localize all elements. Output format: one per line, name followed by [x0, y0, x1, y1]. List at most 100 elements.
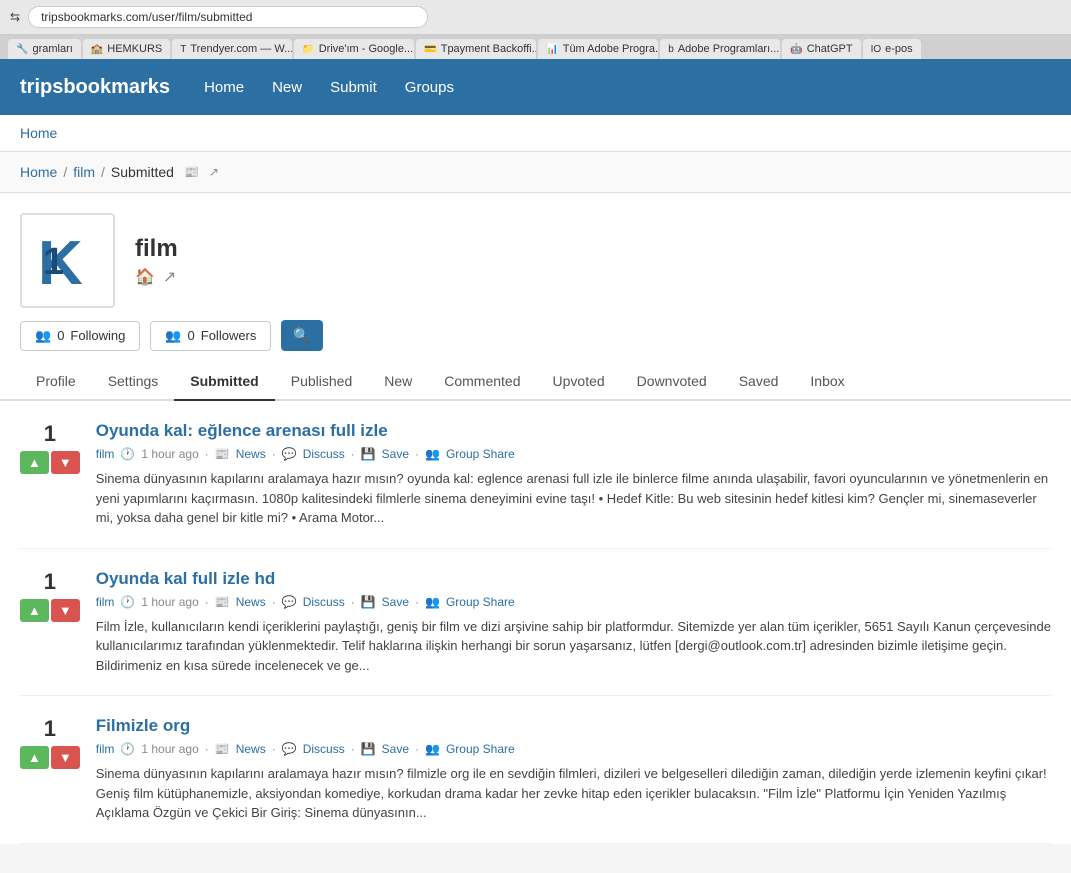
clock-icon: 🕐 — [120, 447, 135, 461]
main-content: K 1 film 🏠 ↗ 👥 0 Following 👥 0 Followers… — [0, 193, 1071, 844]
profile-avatar: K 1 — [20, 213, 115, 308]
tab-downvoted[interactable]: Downvoted — [621, 363, 723, 401]
profile-external-icon[interactable]: ↗ — [163, 267, 176, 287]
browser-tab[interactable]: 🤖ChatGPT — [782, 39, 860, 59]
meta-icon-3: 👥 — [425, 742, 440, 756]
downvote-button[interactable]: ▼ — [51, 599, 80, 622]
tab-upvoted[interactable]: Upvoted — [537, 363, 621, 401]
home-bar-link[interactable]: Home — [20, 125, 57, 141]
post-item: 1 ▲ ▼ Filmizle org film 🕐 1 hour ago · 📰… — [20, 696, 1051, 844]
upvote-button[interactable]: ▲ — [20, 451, 49, 474]
site-logo[interactable]: tripsbookmarks — [20, 76, 170, 99]
post-category[interactable]: film — [96, 447, 115, 461]
nav-home[interactable]: Home — [200, 71, 248, 104]
post-title[interactable]: Filmizle org — [96, 716, 1051, 736]
following-count: 0 — [57, 328, 64, 343]
post-content: Oyunda kal full izle hd film 🕐 1 hour ag… — [96, 569, 1051, 676]
svg-text:1: 1 — [43, 241, 64, 283]
tab-new[interactable]: New — [368, 363, 428, 401]
nav-new[interactable]: New — [268, 71, 306, 104]
post-body: Film İzle, kullanıcıların kendi içerikle… — [96, 617, 1051, 676]
post-category[interactable]: film — [96, 742, 115, 756]
follow-stats: 👥 0 Following 👥 0 Followers 🔍 — [0, 308, 1071, 363]
meta-link-news[interactable]: News — [236, 595, 266, 609]
upvote-button[interactable]: ▲ — [20, 599, 49, 622]
tab-commented[interactable]: Commented — [428, 363, 536, 401]
tab-saved[interactable]: Saved — [723, 363, 795, 401]
browser-tab[interactable]: 📊Tüm Adobe Progra... — [538, 39, 658, 59]
post-title[interactable]: Oyunda kal: eğlence arenası full izle — [96, 421, 1051, 441]
post-item: 1 ▲ ▼ Oyunda kal full izle hd film 🕐 1 h… — [20, 549, 1051, 697]
rss-icon[interactable]: 📰 — [184, 165, 199, 179]
post-item: 1 ▲ ▼ Oyunda kal: eğlence arenası full i… — [20, 401, 1051, 549]
external-link-icon[interactable]: ↗ — [209, 165, 219, 179]
tab-inbox[interactable]: Inbox — [794, 363, 860, 401]
browser-tab[interactable]: 🏫HEMKURS — [83, 39, 170, 59]
browser-tab[interactable]: bAdobe Programları... — [660, 39, 780, 59]
post-category[interactable]: film — [96, 595, 115, 609]
vote-buttons: ▲ ▼ — [20, 599, 80, 622]
meta-link-discuss[interactable]: Discuss — [303, 742, 345, 756]
post-title[interactable]: Oyunda kal full izle hd — [96, 569, 1051, 589]
followers-button[interactable]: 👥 0 Followers — [150, 321, 271, 351]
downvote-button[interactable]: ▼ — [51, 451, 80, 474]
meta-icon-1: 💬 — [282, 742, 297, 756]
browser-tab[interactable]: TTrendyer.com — W... — [172, 39, 292, 59]
tab-profile[interactable]: Profile — [20, 363, 92, 401]
post-meta: film 🕐 1 hour ago · 📰News · 💬Discuss · 💾… — [96, 742, 1051, 756]
browser-url[interactable]: tripsbookmarks.com/user/film/submitted — [28, 6, 428, 28]
search-button[interactable]: 🔍 — [281, 320, 322, 351]
upvote-button[interactable]: ▲ — [20, 746, 49, 769]
tab-submitted[interactable]: Submitted — [174, 363, 274, 401]
meta-link-discuss[interactable]: Discuss — [303, 595, 345, 609]
post-content: Filmizle org film 🕐 1 hour ago · 📰News ·… — [96, 716, 1051, 823]
post-body: Sinema dünyasının kapılarını aralamaya h… — [96, 764, 1051, 823]
following-label: Following — [70, 328, 125, 343]
vote-count: 1 — [44, 569, 56, 595]
post-meta: film 🕐 1 hour ago · 📰News · 💬Discuss · 💾… — [96, 447, 1051, 461]
nav-submit[interactable]: Submit — [326, 71, 381, 104]
browser-tab[interactable]: 💳Tpayment Backoffi... — [416, 39, 536, 59]
breadcrumb-section[interactable]: film — [73, 164, 95, 180]
vote-buttons: ▲ ▼ — [20, 451, 80, 474]
following-button[interactable]: 👥 0 Following — [20, 321, 140, 351]
profile-info: film 🏠 ↗ — [135, 235, 178, 287]
clock-icon: 🕐 — [120, 742, 135, 756]
profile-tabs: Profile Settings Submitted Published New… — [0, 363, 1071, 401]
meta-sep: · — [205, 742, 209, 756]
browser-icon: ⇆ — [10, 10, 20, 24]
meta-link-group share[interactable]: Group Share — [446, 595, 515, 609]
post-vote: 1 ▲ ▼ — [20, 421, 80, 474]
post-time: 1 hour ago — [141, 447, 198, 461]
meta-icon-1: 💬 — [282, 595, 297, 609]
post-meta: film 🕐 1 hour ago · 📰News · 💬Discuss · 💾… — [96, 595, 1051, 609]
search-icon: 🔍 — [293, 327, 310, 343]
profile-section: K 1 film 🏠 ↗ — [0, 193, 1071, 308]
meta-link-discuss[interactable]: Discuss — [303, 447, 345, 461]
browser-tab[interactable]: 📁Drive'ım - Google... — [294, 39, 414, 59]
posts-list: 1 ▲ ▼ Oyunda kal: eğlence arenası full i… — [0, 401, 1071, 844]
breadcrumb-home[interactable]: Home — [20, 164, 57, 180]
post-time: 1 hour ago — [141, 742, 198, 756]
tab-settings[interactable]: Settings — [92, 363, 175, 401]
tab-published[interactable]: Published — [275, 363, 369, 401]
meta-icon-2: 💾 — [361, 742, 376, 756]
meta-link-news[interactable]: News — [236, 447, 266, 461]
meta-link-group share[interactable]: Group Share — [446, 447, 515, 461]
meta-link-group share[interactable]: Group Share — [446, 742, 515, 756]
profile-home-icon[interactable]: 🏠 — [135, 267, 155, 287]
avatar-logo: K 1 — [33, 226, 103, 296]
meta-link-save[interactable]: Save — [382, 447, 409, 461]
browser-tab[interactable]: IOe-pos — [863, 39, 921, 59]
meta-link-save[interactable]: Save — [382, 595, 409, 609]
meta-link-save[interactable]: Save — [382, 742, 409, 756]
meta-icon-0: 📰 — [215, 595, 230, 609]
downvote-button[interactable]: ▼ — [51, 746, 80, 769]
browser-tab[interactable]: 🔧gramları — [8, 39, 81, 59]
browser-tabs: (function() { const data2 = JSON.parse(d… — [0, 35, 1071, 59]
nav-groups[interactable]: Groups — [401, 71, 458, 104]
profile-name: film — [135, 235, 178, 263]
followers-icon: 👥 — [165, 328, 181, 344]
breadcrumb-sep-2: / — [101, 164, 105, 180]
meta-link-news[interactable]: News — [236, 742, 266, 756]
